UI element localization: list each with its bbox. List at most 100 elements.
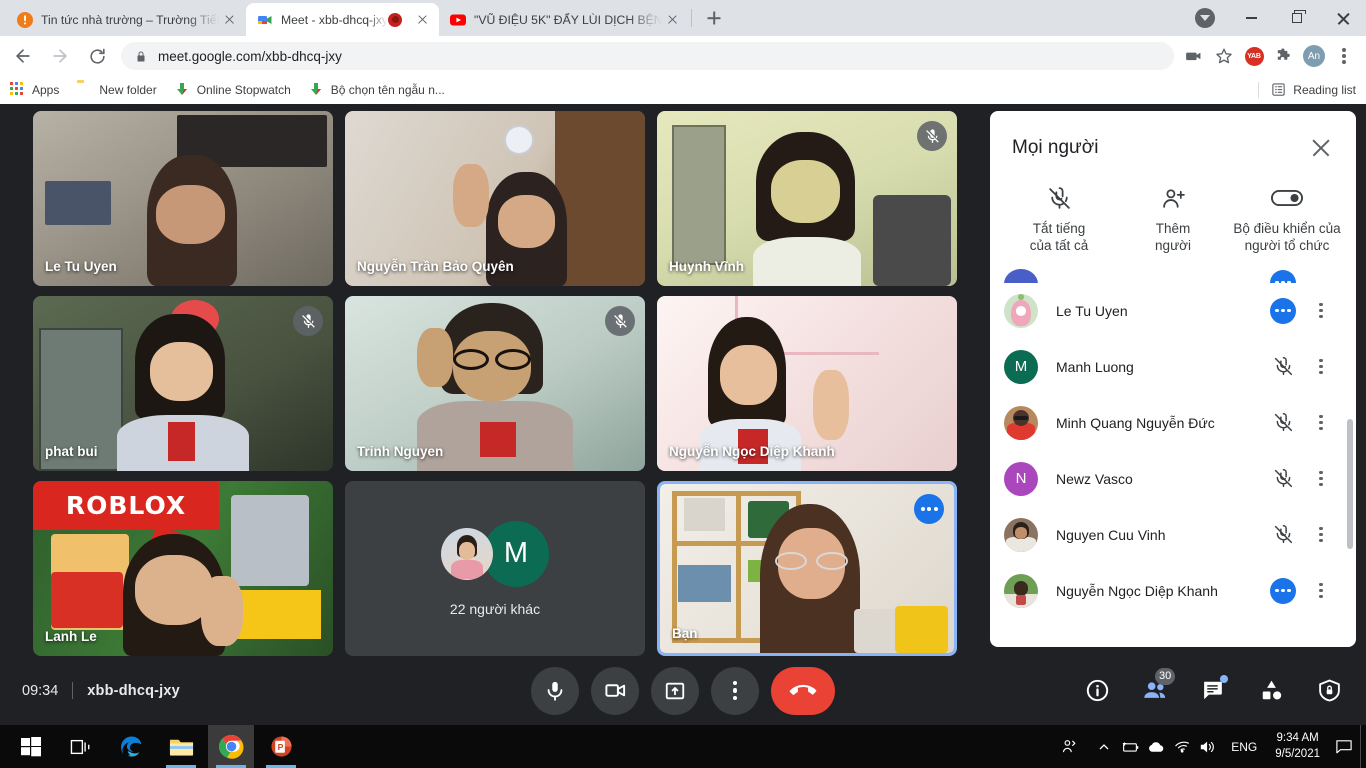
edge-taskbar-icon[interactable]	[108, 725, 154, 768]
present-button[interactable]	[651, 666, 699, 715]
clock-date: 9/5/2021	[1275, 747, 1320, 760]
people-panel-actions: Tắt tiếng của tất cả Thêm người Bộ điều …	[990, 185, 1356, 269]
new-tab-button[interactable]	[700, 4, 728, 32]
host-controls-button[interactable]	[1310, 672, 1348, 710]
chat-button[interactable]	[1194, 672, 1232, 710]
video-tile[interactable]: phat bui	[33, 296, 333, 471]
language-indicator[interactable]: ENG	[1221, 740, 1267, 754]
chrome-menu-button[interactable]	[1330, 42, 1358, 70]
mic-off-icon	[1047, 185, 1072, 211]
minimize-button[interactable]	[1228, 0, 1274, 36]
show-hidden-icons-chevron-icon[interactable]	[1091, 725, 1117, 768]
media-cast-icon[interactable]	[1180, 42, 1208, 70]
video-tile[interactable]: Trinh Nguyen	[345, 296, 645, 471]
participant-row[interactable]: Nguyễn Ngọc Diệp Khanh	[990, 563, 1356, 619]
taskbar-items: P	[0, 725, 304, 768]
back-button[interactable]	[8, 41, 38, 71]
participant-options-button[interactable]	[1308, 410, 1334, 436]
participant-row[interactable]: N Newz Vasco	[990, 451, 1356, 507]
mute-all-button[interactable]: Tắt tiếng của tất cả	[1002, 185, 1116, 255]
youtube-icon	[450, 12, 467, 28]
participant-row[interactable]: M Manh Luong	[990, 339, 1356, 395]
participants-list[interactable]: Le Tu Uyen M Manh Luong Minh Quang Nguyễ…	[990, 268, 1356, 647]
browser-tab-2[interactable]: "VŨ ĐIỆU 5K" ĐẨY LÙI DỊCH BỆN	[439, 3, 689, 36]
participant-options-button[interactable]	[1308, 578, 1334, 604]
speaking-indicator-icon	[1270, 577, 1296, 604]
close-icon[interactable]	[664, 12, 680, 28]
tab-recording-indicator-icon	[388, 12, 403, 27]
bookmark-apps[interactable]: Apps	[10, 82, 59, 98]
bookmark-random-name-picker[interactable]: Bộ chọn tên ngẫu n...	[309, 82, 445, 98]
start-button[interactable]	[8, 725, 54, 768]
taskbar-clock[interactable]: 9:34 AM 9/5/2021	[1267, 731, 1328, 762]
onedrive-cloud-icon[interactable]	[1143, 725, 1169, 768]
close-icon	[1337, 12, 1350, 25]
participant-options-button[interactable]	[1308, 354, 1334, 380]
maximize-button[interactable]	[1274, 0, 1320, 36]
folder-icon	[77, 82, 93, 98]
self-video-tile[interactable]: Bạn	[657, 481, 957, 656]
participant-row[interactable]: Nguyen Cuu Vinh	[990, 507, 1356, 563]
microphone-button[interactable]	[531, 666, 579, 715]
video-tile-grid: Le Tu Uyen Nguyễn Trần Bảo Quyên Huynh V…	[33, 111, 963, 656]
video-tile[interactable]: ROBLOX Lanh Le	[33, 481, 333, 656]
browser-tab-label: Tin tức nhà trường – Trường Tiểu	[41, 12, 219, 27]
profile-avatar[interactable]: An	[1300, 42, 1328, 70]
meeting-info: 09:34 xbb-dhcq-jxy	[22, 682, 180, 699]
activities-button[interactable]	[1252, 672, 1290, 710]
extension-yab-icon[interactable]: YAB	[1240, 42, 1268, 70]
browser-tab-0[interactable]: Tin tức nhà trường – Trường Tiểu	[6, 3, 246, 36]
add-people-button[interactable]: Thêm người	[1116, 185, 1230, 255]
participant-row[interactable]: Le Tu Uyen	[990, 283, 1356, 339]
chrome-taskbar-icon[interactable]	[208, 725, 254, 768]
people-share-icon[interactable]	[1047, 725, 1091, 768]
leave-call-button[interactable]	[771, 666, 835, 715]
participant-options-button[interactable]	[1308, 298, 1334, 324]
more-options-button[interactable]	[711, 666, 759, 715]
reload-button[interactable]	[82, 41, 112, 71]
battery-icon[interactable]	[1117, 725, 1143, 768]
participant-options-button[interactable]	[1308, 522, 1334, 548]
file-explorer-taskbar-icon[interactable]	[158, 725, 204, 768]
video-tile[interactable]: Huynh Vĩnh	[657, 111, 957, 286]
other-participants-tile[interactable]: M 22 người khác	[345, 481, 645, 656]
video-tile[interactable]: Le Tu Uyen	[33, 111, 333, 286]
participant-options-button[interactable]	[1308, 269, 1334, 283]
camera-button[interactable]	[591, 666, 639, 715]
speaking-indicator-icon	[1270, 269, 1296, 283]
participant-row-partial[interactable]	[990, 268, 1356, 283]
browser-update-button[interactable]	[1182, 0, 1228, 36]
wifi-icon[interactable]	[1169, 725, 1195, 768]
close-icon[interactable]	[221, 12, 237, 28]
video-tile[interactable]: Nguyễn Trần Bảo Quyên	[345, 111, 645, 286]
svg-text:P: P	[277, 742, 283, 752]
bookmark-new-folder[interactable]: New folder	[77, 82, 156, 98]
video-tile[interactable]: Nguyễn Ngọc Diệp Khanh	[657, 296, 957, 471]
bookmark-star-icon[interactable]	[1210, 42, 1238, 70]
kebab-menu-icon	[1319, 302, 1324, 320]
notifications-button[interactable]	[1328, 725, 1360, 768]
host-controls-button[interactable]: Bộ điều khiển của người tổ chức	[1230, 185, 1344, 255]
orange-circle-icon	[17, 11, 33, 28]
task-view-button[interactable]	[58, 725, 104, 768]
close-icon[interactable]	[1308, 135, 1334, 161]
tab-divider	[691, 9, 693, 27]
show-desktop-button[interactable]	[1360, 725, 1366, 768]
others-avatars: M	[441, 520, 549, 587]
powerpoint-taskbar-icon[interactable]: P	[258, 725, 304, 768]
address-bar[interactable]: meet.google.com/xbb-dhcq-jxy	[121, 42, 1174, 70]
participants-scrollbar[interactable]	[1347, 418, 1353, 549]
show-everyone-button[interactable]: 30	[1136, 667, 1176, 710]
participant-row[interactable]: Minh Quang Nguyễn Đức	[990, 395, 1356, 451]
meeting-details-button[interactable]	[1078, 672, 1116, 710]
reading-list-button[interactable]: Reading list	[1258, 82, 1356, 98]
close-window-button[interactable]	[1320, 0, 1366, 36]
forward-button[interactable]	[45, 41, 75, 71]
extensions-puzzle-icon[interactable]	[1270, 42, 1298, 70]
participant-options-button[interactable]	[1308, 466, 1334, 492]
volume-icon[interactable]	[1195, 725, 1221, 768]
bookmark-online-stopwatch[interactable]: Online Stopwatch	[175, 82, 291, 98]
close-icon[interactable]	[414, 12, 430, 28]
address-bar-url: meet.google.com/xbb-dhcq-jxy	[158, 48, 342, 64]
browser-tab-1[interactable]: Meet - xbb-dhcq-jxy	[246, 3, 440, 36]
